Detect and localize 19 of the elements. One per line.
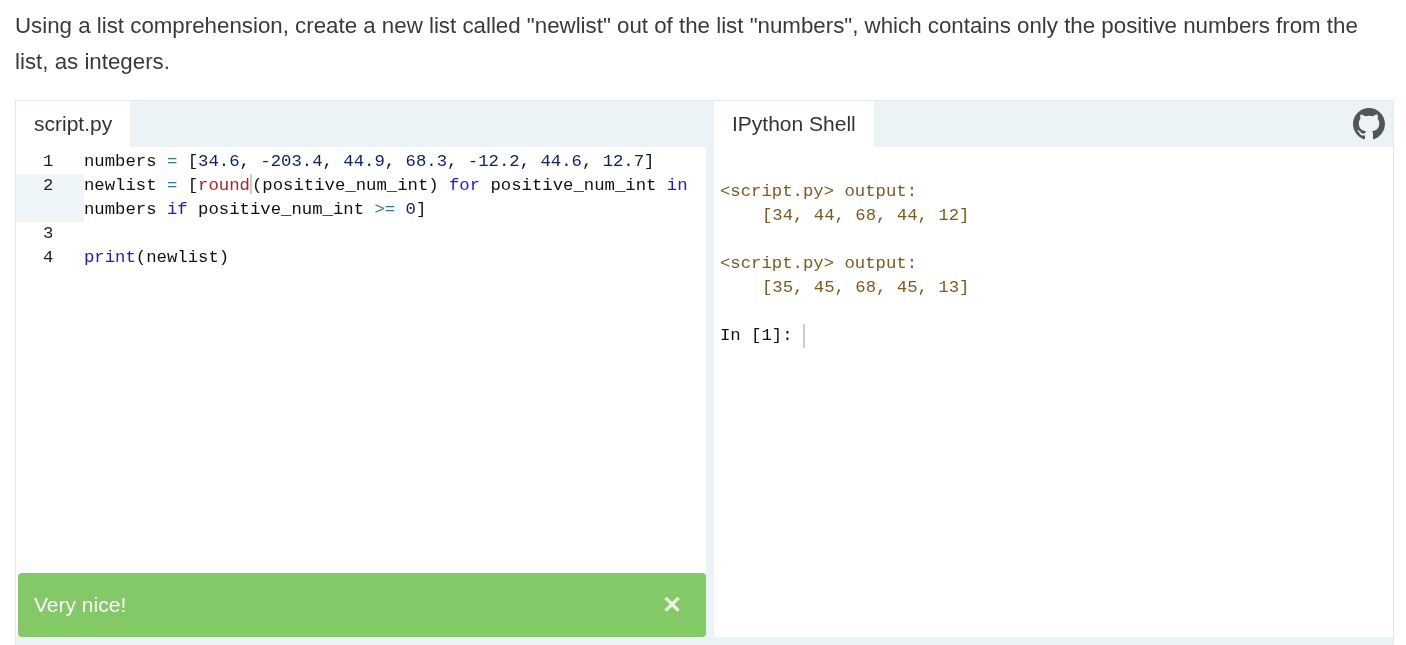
output-result: [35, 45, 68, 45, 13] (761, 277, 971, 299)
code-line: print(newlist) (84, 247, 231, 269)
shell-tab[interactable]: IPython Shell (714, 101, 874, 147)
shell-prompt: In [1]: (720, 325, 793, 347)
text-cursor (802, 324, 805, 348)
line-number: 3 (42, 223, 55, 245)
output-header: <script.py> output: (720, 181, 919, 203)
line-number: 1 (42, 151, 55, 173)
code-line: newlist = [round(positive_num_int) for positive_num_int in numbers if positive_num_int >= 0] (84, 174, 689, 221)
line-number: 4 (42, 247, 55, 269)
line-number: 2 (16, 174, 84, 222)
output-header: <script.py> output: (720, 253, 919, 275)
output-result: [34, 44, 68, 44, 12] (761, 205, 971, 227)
text-cursor (249, 174, 252, 194)
editor-tab[interactable]: script.py (16, 101, 131, 147)
github-icon[interactable] (1353, 108, 1385, 140)
feedback-message: Very nice! (34, 593, 127, 617)
instruction-text: Using a list comprehension, create a new list called "newlist" out of the list "numbers", which contains only the positive numbers from the list, as integers. (15, 12, 1359, 76)
code-line: numbers = [34.6, -203.4, 44.9, 68.3, -12.2, 44.6, 12.7] (84, 151, 656, 173)
